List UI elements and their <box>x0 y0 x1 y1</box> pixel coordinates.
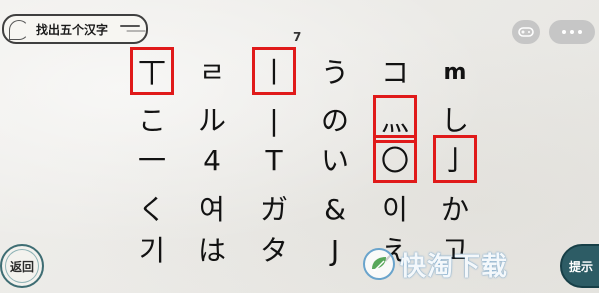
grid-character-cell[interactable]: う <box>310 52 360 94</box>
grid-character-cell[interactable]: | <box>249 100 299 142</box>
grid-character-cell[interactable]: ル <box>187 100 237 142</box>
grid-character-cell[interactable]: 丨 <box>249 52 299 94</box>
grid-character-cell[interactable]: 灬 <box>370 100 420 142</box>
hint-button[interactable]: 提示 <box>560 244 599 288</box>
grid-character-cell[interactable]: い <box>310 140 360 182</box>
grid-character-cell[interactable]: ガ <box>249 189 299 231</box>
grid-character-cell[interactable]: か <box>430 189 480 231</box>
grid-character-cell[interactable]: 丅 <box>127 52 177 94</box>
grid-character-cell[interactable]: T <box>249 140 299 182</box>
grid-character-cell[interactable]: m <box>430 52 480 94</box>
watermark-text: 快淘下载 <box>400 251 509 282</box>
grid-character-cell[interactable]: 亅 <box>430 140 480 182</box>
back-label: 返回 <box>9 259 34 274</box>
grid-character-cell[interactable]: J <box>310 230 360 272</box>
grid-character-cell[interactable]: 一 <box>127 140 177 182</box>
watermark: 快淘下载 <box>362 244 508 284</box>
grid-character-cell[interactable]: 여 <box>187 189 237 231</box>
grid-character-cell[interactable]: タ <box>249 230 299 272</box>
grid-character-cell[interactable]: 〇 <box>370 140 420 182</box>
grid-character-cell[interactable]: & <box>310 189 360 231</box>
grid-character-cell[interactable]: こ <box>127 100 177 142</box>
grid-character-cell[interactable]: コ <box>370 52 420 94</box>
leaf-logo-icon <box>363 248 395 280</box>
back-button[interactable]: 返回 <box>0 244 44 288</box>
hint-label: 提示 <box>568 259 593 274</box>
grid-character-cell[interactable]: 이 <box>370 189 420 231</box>
character-grid: 丅ㄹ丨うコ m こル | の灬し一 4 T い〇亅く 여 ガ & 이 か 기 はタ J え 고 <box>0 0 599 293</box>
grid-character-cell[interactable]: 기 <box>127 230 177 272</box>
grid-character-cell[interactable]: し <box>430 100 480 142</box>
grid-character-cell[interactable]: ㄹ <box>187 52 237 94</box>
grid-character-cell[interactable]: く <box>127 189 177 231</box>
grid-character-cell[interactable]: の <box>310 100 360 142</box>
grid-character-cell[interactable]: 4 <box>187 140 237 182</box>
grid-character-cell[interactable]: は <box>187 230 237 272</box>
